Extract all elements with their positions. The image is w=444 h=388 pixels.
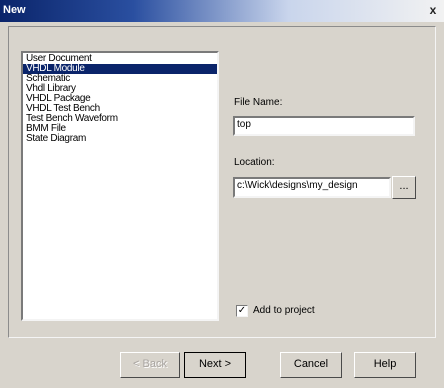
title-bar: New x (0, 0, 444, 22)
new-dialog: New x User Document VHDL Module Schemati… (0, 0, 444, 388)
file-name-input[interactable]: top (233, 116, 415, 136)
source-type-list[interactable]: User Document VHDL Module Schematic Vhdl… (21, 51, 219, 321)
location-input[interactable]: c:\Wick\designs\my_design (233, 177, 391, 198)
back-button[interactable]: < Back (120, 352, 180, 378)
browse-button[interactable]: ... (392, 176, 416, 199)
close-icon[interactable]: x (426, 3, 440, 17)
file-name-label: File Name: (234, 97, 283, 108)
cancel-button[interactable]: Cancel (280, 352, 342, 378)
add-to-project-checkbox[interactable]: ✓ (236, 305, 248, 317)
dialog-title: New (3, 4, 26, 16)
add-to-project-label: Add to project (253, 305, 315, 316)
help-button[interactable]: Help (354, 352, 416, 378)
location-label: Location: (234, 157, 275, 168)
next-button[interactable]: Next > (184, 352, 246, 378)
list-item-state-diagram[interactable]: State Diagram (23, 134, 217, 144)
